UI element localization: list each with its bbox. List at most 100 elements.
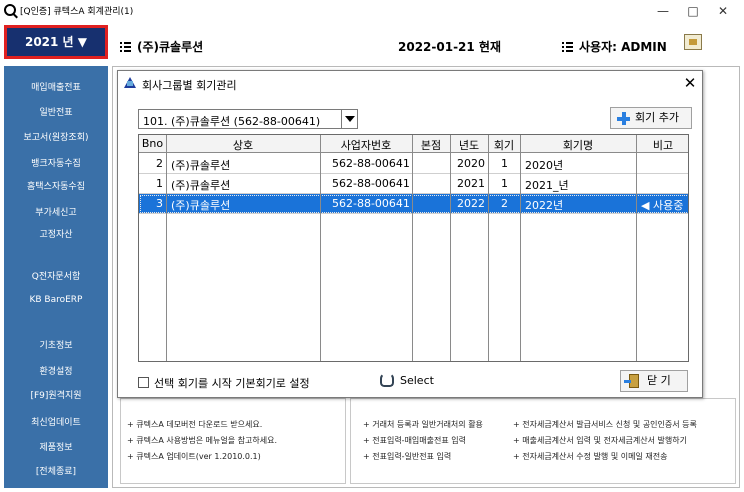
user-label: 사용자: ADMIN <box>562 38 667 55</box>
guide-link[interactable]: + 전표입력-일반전표 입력 <box>363 451 451 462</box>
notice-link[interactable]: + 큐텍스A 사용방법은 메뉴얼을 참고하세요. <box>127 435 277 446</box>
dialog-title: 회사그룹별 회기관리 <box>142 79 237 92</box>
col-header-name[interactable]: 상호 <box>166 137 320 153</box>
plus-icon <box>617 112 630 125</box>
cell-biz-no: 562-88-00641 <box>332 177 410 190</box>
cell-term: 2 <box>501 197 508 210</box>
select-button[interactable]: Select <box>380 373 434 387</box>
cell-term-name: 2020년 <box>525 159 564 172</box>
sidebar-item-e-documents[interactable]: Q전자문서함 <box>4 269 108 282</box>
grid-divider <box>520 135 521 361</box>
dialog-close-icon[interactable]: ✕ <box>680 73 700 93</box>
notice-link[interactable]: + 큐텍스A 데모버전 다운로드 받으세요. <box>127 419 262 430</box>
cell-year: 2022 <box>457 197 485 210</box>
grid-divider <box>412 135 413 361</box>
cell-name: (주)큐솔루션 <box>171 179 231 192</box>
minimize-button[interactable]: — <box>648 2 678 20</box>
term-grid[interactable]: Bno 상호 사업자번호 본점 년도 회기 회기명 비고 2 (주)큐솔루션 5… <box>138 134 689 362</box>
cell-year: 2020 <box>457 157 485 170</box>
guide-link[interactable]: + 전자세금계산서 발급서비스 신청 및 공인인증서 등록 <box>513 419 697 430</box>
company-select-value: 101. (주)큐솔루션 (562-88-00641) <box>143 115 321 128</box>
sidebar-item-hometax-collect[interactable]: 홈택스자동수집 <box>4 179 108 192</box>
cell-bno: 2 <box>156 157 163 170</box>
guide-link[interactable]: + 전자세금계산서 수정 발행 및 이메일 재전송 <box>513 451 667 462</box>
cell-note-in-use: ◀ 사용중 <box>641 199 684 212</box>
cell-term: 1 <box>501 177 508 190</box>
user-name: 사용자: ADMIN <box>579 40 667 54</box>
cell-bno: 3 <box>156 197 163 210</box>
notice-link[interactable]: + 큐텍스A 업데이트(ver 1.2010.0.1) <box>127 451 261 462</box>
col-header-term-name[interactable]: 회기명 <box>520 137 636 153</box>
sidebar-item-kb-baroerp[interactable]: KB BaroERP <box>4 295 108 305</box>
guide-link[interactable]: + 매출세금계산서 입력 및 전자세금계산서 발행하기 <box>513 435 687 446</box>
fiscal-term-dialog: 회사그룹별 회기관리 ✕ 101. (주)큐솔루션 (562-88-00641)… <box>117 70 703 398</box>
warning-triangle-icon <box>124 77 136 88</box>
table-row[interactable]: 1 (주)큐솔루션 562-88-00641 2021 1 2021_년 <box>139 174 688 194</box>
cell-term-name: 2022년 <box>525 199 564 212</box>
guide-link[interactable]: + 거래처 등록과 일반거래처의 활용 <box>363 419 483 430</box>
grid-divider <box>488 135 489 361</box>
default-term-checkbox[interactable] <box>138 377 149 388</box>
default-term-checkbox-row[interactable]: 선택 회기를 시작 기본회기로 설정 <box>138 375 310 391</box>
notice-panel-right: + 거래처 등록과 일반거래처의 활용 + 전표입력-매입매출전표 입력 + 전… <box>350 398 736 484</box>
cell-term-name: 2021_년 <box>525 179 569 192</box>
sidebar: 매입매출전표 일반전표 보고서(원장조회) 뱅크자동수집 홈택스자동수집 부가세… <box>4 66 108 488</box>
grid-divider <box>450 135 451 361</box>
year-select-button[interactable]: 2021 년 ▼ <box>4 25 108 59</box>
default-term-label: 선택 회기를 시작 기본회기로 설정 <box>154 377 310 390</box>
add-term-label: 회기 추가 <box>635 111 679 124</box>
exit-door-icon <box>624 374 639 388</box>
cell-biz-no: 562-88-00641 <box>332 197 410 210</box>
window-title: [Q인증] 큐텍스A 회계관리(1) <box>20 7 134 17</box>
sidebar-item-remote-support[interactable]: [F9]원격지원 <box>4 388 108 401</box>
sidebar-item-reports[interactable]: 보고서(원장조회) <box>4 130 108 143</box>
hand-pointer-icon <box>380 373 394 387</box>
col-header-bno[interactable]: Bno <box>139 137 166 150</box>
grid-divider <box>166 135 167 361</box>
cell-name: (주)큐솔루션 <box>171 199 231 212</box>
list-icon <box>120 42 131 52</box>
select-label: Select <box>400 374 434 387</box>
close-button-label: 닫 기 <box>647 374 671 387</box>
cell-year: 2021 <box>457 177 485 190</box>
sidebar-item-fixed-assets[interactable]: 고정자산 <box>4 227 108 240</box>
chevron-down-icon[interactable] <box>341 110 357 128</box>
title-bar: [Q인증] 큐텍스A 회계관리(1) — □ ✕ <box>0 0 744 22</box>
list-icon <box>562 42 573 52</box>
sidebar-item-basic-info[interactable]: 기초정보 <box>4 338 108 351</box>
sidebar-item-update[interactable]: 최신업데이트 <box>4 415 108 428</box>
sidebar-item-vat-report[interactable]: 부가세신고 <box>4 205 108 218</box>
app-q-icon <box>4 4 16 16</box>
col-header-biz-no[interactable]: 사업자번호 <box>320 137 412 153</box>
grid-header: Bno 상호 사업자번호 본점 년도 회기 회기명 비고 <box>139 135 688 153</box>
cell-biz-no: 562-88-00641 <box>332 157 410 170</box>
col-header-year[interactable]: 년도 <box>450 137 488 153</box>
current-date: 2022-01-21 현재 <box>398 40 502 54</box>
col-header-hq[interactable]: 본점 <box>412 137 450 153</box>
sidebar-item-general-voucher[interactable]: 일반전표 <box>4 105 108 118</box>
company-name: (주)큐솔루션 <box>137 40 204 54</box>
notice-panel-left: + 큐텍스A 데모버전 다운로드 받으세요. + 큐텍스A 사용방법은 메뉴얼을… <box>120 398 346 484</box>
table-row-selected[interactable]: 3 (주)큐솔루션 562-88-00641 2022 2 2022년 ◀ 사용… <box>139 194 688 214</box>
maximize-button[interactable]: □ <box>678 2 708 20</box>
dialog-close-button[interactable]: 닫 기 <box>620 370 688 392</box>
cell-term: 1 <box>501 157 508 170</box>
add-term-button[interactable]: 회기 추가 <box>610 107 692 129</box>
col-header-note[interactable]: 비고 <box>636 137 688 153</box>
cell-bno: 1 <box>156 177 163 190</box>
calendar-icon[interactable] <box>684 34 702 50</box>
sidebar-item-product-info[interactable]: 제품정보 <box>4 440 108 453</box>
sidebar-item-bank-collect[interactable]: 뱅크자동수집 <box>4 156 108 169</box>
table-row[interactable]: 2 (주)큐솔루션 562-88-00641 2020 1 2020년 <box>139 154 688 174</box>
company-label: (주)큐솔루션 <box>120 38 203 55</box>
grid-divider <box>320 135 321 361</box>
company-select[interactable]: 101. (주)큐솔루션 (562-88-00641) <box>138 109 358 129</box>
window-close-button[interactable]: ✕ <box>708 2 738 20</box>
sidebar-item-settings[interactable]: 환경설정 <box>4 364 108 377</box>
cell-name: (주)큐솔루션 <box>171 159 231 172</box>
sidebar-item-sales-purchase[interactable]: 매입매출전표 <box>4 80 108 93</box>
sidebar-item-exit-all[interactable]: [전체종료] <box>4 464 108 477</box>
col-header-term[interactable]: 회기 <box>488 137 520 153</box>
guide-link[interactable]: + 전표입력-매입매출전표 입력 <box>363 435 466 446</box>
grid-divider <box>636 135 637 361</box>
